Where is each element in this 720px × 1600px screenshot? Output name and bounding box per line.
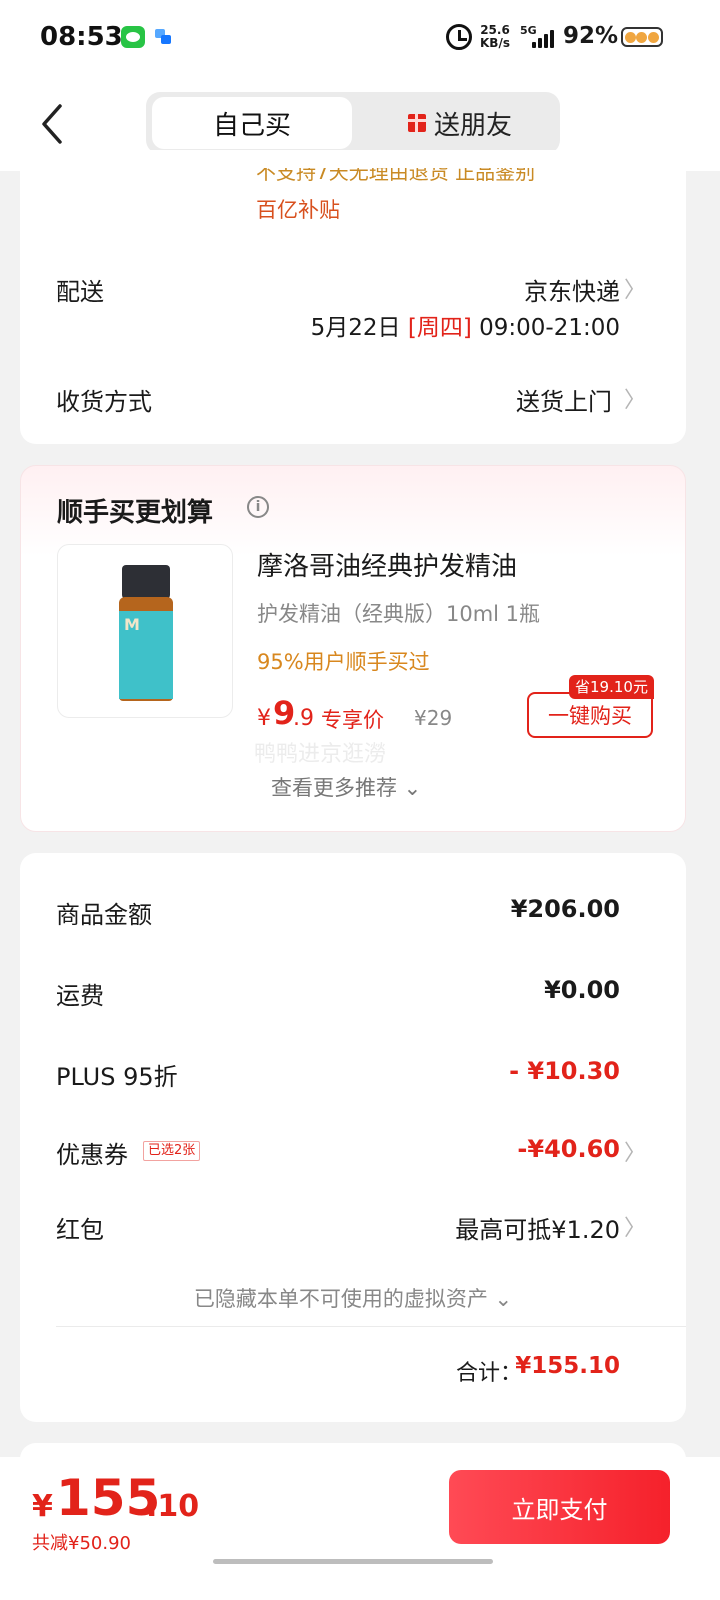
battery-percent: 92% [563,23,619,49]
save-badge: 省19.10元 [569,675,654,699]
info-icon[interactable]: i [247,496,269,518]
receive-method-value[interactable]: 送货上门 [516,382,612,417]
coupon-chevron-icon[interactable]: 〉 [624,1135,646,1167]
price-currency: ¥ [257,706,271,731]
delivery-label: 配送 [56,278,104,306]
shipping-value: ¥0.00 [544,976,620,1004]
tab-buy-for-self[interactable]: 自己买 [152,97,352,149]
receive-method-label: 收货方式 [56,388,152,416]
pay-now-button[interactable]: 立即支付 [449,1470,670,1544]
plus-discount-value: - ¥10.30 [509,1057,620,1085]
delivery-hours: 09:00-21:00 [479,315,620,341]
red-packet-value[interactable]: 最高可抵¥1.20 [455,1210,620,1245]
delivery-time[interactable]: 5月22日 [周四] 09:00-21:00 [311,308,620,342]
goods-amount-value: ¥206.00 [510,895,620,923]
see-more-recommend[interactable]: 查看更多推荐 ⌄ [271,772,421,802]
tab-send-to-friend-label: 送朋友 [433,110,512,141]
price-decimal: .9 [293,706,314,731]
delivery-method[interactable]: 京东快递 [524,272,620,307]
delivery-card: 不支持7天无理由退货 正品鉴别 百亿补贴 配送 京东快递 〉 5月22日 [周四… [20,150,686,444]
network-speed-unit: KB/s [480,36,510,50]
subsidy-tag: 百亿补贴 [256,198,340,222]
divider [56,1326,686,1327]
battery-icon [621,27,663,47]
product-spec: 护发精油（经典版）10ml 1瓶 [257,602,541,626]
coupon-selected-badge: 已选2张 [143,1141,201,1161]
hidden-assets-toggle[interactable]: 已隐藏本单不可使用的虚拟资产 ⌄ [20,1283,686,1313]
coupon-label[interactable]: 优惠券 [56,1135,128,1170]
service-tags: 不支持7天无理由退货 正品鉴别 [256,160,536,184]
total-saved: 共减¥50.90 [32,1533,131,1554]
status-time: 08:53 [40,22,123,52]
wechat-icon [121,26,145,48]
price-summary-card: 商品金额 ¥206.00 运费 ¥0.00 PLUS 95折 - ¥10.30 … [20,853,686,1422]
pay-amount-decimal: .10 [146,1489,200,1524]
status-bar: 08:53 25.6 KB/s 5G 92% [0,0,720,76]
shipping-label: 运费 [56,982,104,1010]
back-button[interactable] [38,102,68,146]
alarm-icon [446,24,472,50]
pay-currency: ¥ [32,1489,53,1524]
purchase-mode-switch: 自己买 送朋友 [146,92,560,154]
red-packet-label[interactable]: 红包 [56,1210,104,1245]
product-image[interactable]: M [57,544,233,718]
signal-icon [530,28,558,48]
purchase-rate: 95%用户顺手买过 [257,650,430,674]
app-notification-icon [155,29,173,45]
goods-amount-label: 商品金额 [56,901,152,929]
total-value: ¥155.10 [515,1353,620,1379]
back-arrow-icon [42,104,62,144]
network-speed: 25.6 KB/s [480,24,510,50]
bottom-pay-bar: ¥ 155 .10 共减¥50.90 立即支付 [0,1457,720,1600]
watermark: 鸭鸭进京逛澇 [254,742,387,767]
delivery-chevron-icon[interactable]: 〉 [624,272,646,304]
total-label: 合计： [456,1361,523,1386]
delivery-weekday: [周四] [407,315,472,341]
delivery-date: 5月22日 [310,315,401,341]
bottle-cap [122,565,170,599]
home-indicator[interactable] [213,1559,493,1564]
product-name[interactable]: 摩洛哥油经典护发精油 [257,546,517,583]
brand-logo: M [124,615,140,634]
recommend-title: 顺手买更划算 [57,498,214,528]
plus-discount-label: PLUS 95折 [56,1063,178,1091]
exclusive-price-tag: 专享价 [321,708,384,732]
red-packet-chevron-icon[interactable]: 〉 [624,1210,646,1242]
original-price: ¥29 [414,706,453,730]
network-speed-value: 25.6 [480,23,510,37]
coupon-value[interactable]: -¥40.60 [517,1135,620,1163]
receive-chevron-icon[interactable]: 〉 [624,382,646,414]
recommend-card: 顺手买更划算 i M 摩洛哥油经典护发精油 护发精油（经典版）10ml 1瓶 9… [20,465,686,832]
tab-send-to-friend[interactable]: 送朋友 [366,97,554,149]
price-integer: 9 [273,694,296,732]
pay-amount-integer: 155 [56,1469,161,1527]
gift-icon [407,114,426,132]
